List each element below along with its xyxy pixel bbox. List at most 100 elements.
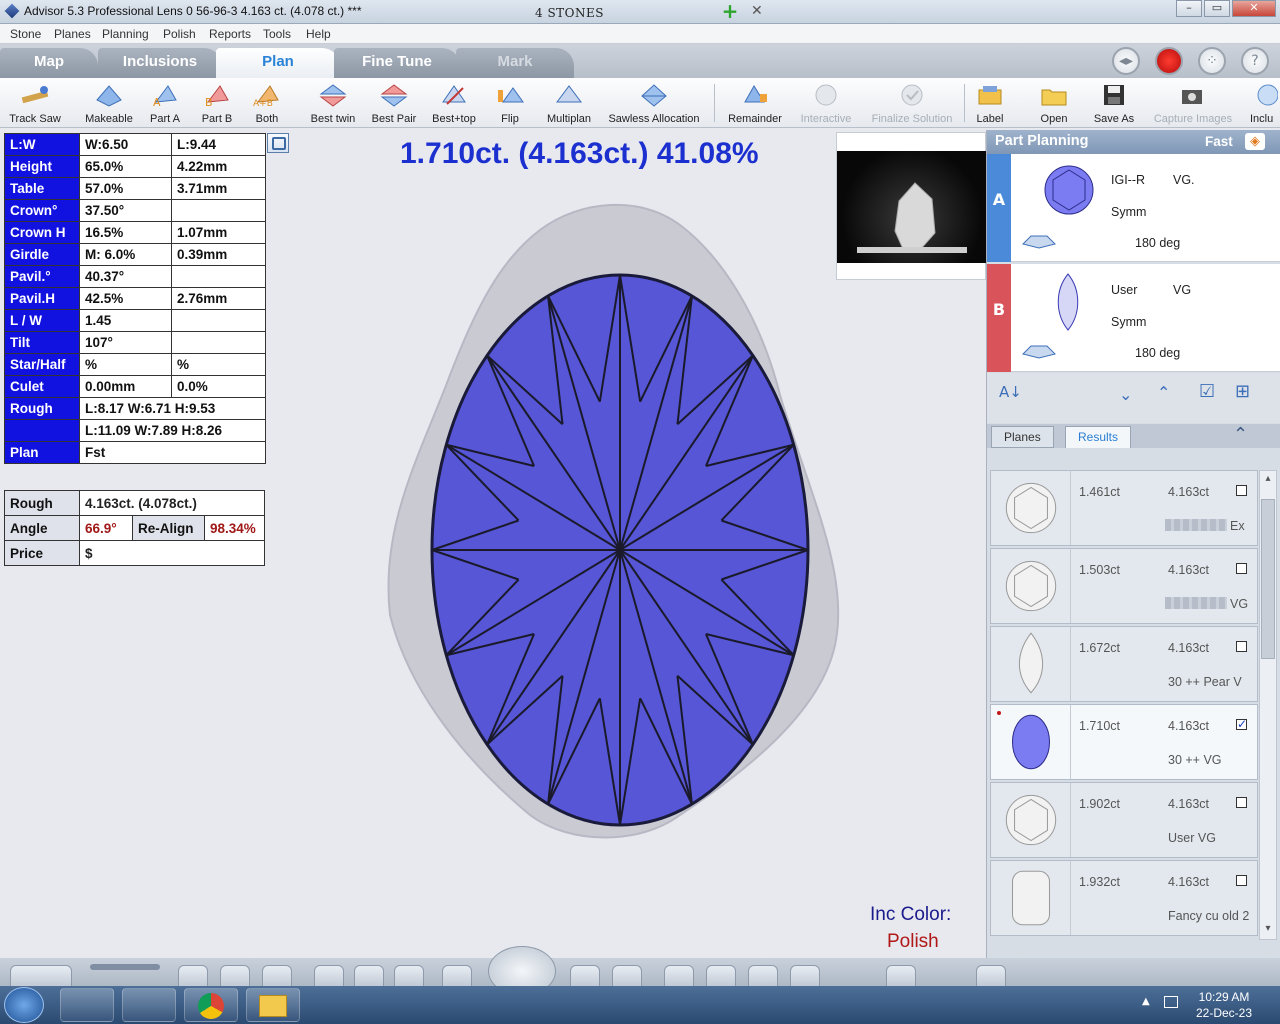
minimize-button[interactable]: –	[1176, 0, 1202, 17]
tab-fine-tune[interactable]: Fine Tune	[334, 48, 460, 78]
tab-mark[interactable]: Mark	[456, 48, 574, 78]
top-view-icon[interactable]	[178, 965, 208, 987]
multiplan-button[interactable]: Multiplan	[540, 80, 598, 126]
expand-table-icon[interactable]	[267, 133, 289, 153]
stone-3d-view[interactable]	[380, 195, 850, 855]
checklist-icon[interactable]: ☑	[1199, 381, 1215, 402]
best-top-button[interactable]: Best+top	[425, 80, 483, 126]
stone-photo-thumbnail[interactable]	[836, 132, 987, 280]
facet-view-icon[interactable]	[664, 965, 694, 987]
tab-planes[interactable]: Planes	[991, 426, 1054, 448]
result-oval-icon	[1011, 714, 1051, 770]
part-b-card[interactable]: B User VG Symm 180 deg	[987, 264, 1280, 372]
inclusions-button[interactable]: Inclu	[1246, 80, 1280, 126]
scroll-up-icon[interactable]: ▴	[1261, 473, 1275, 487]
result-checkbox[interactable]	[1236, 485, 1247, 496]
menu-help[interactable]: Help	[306, 27, 331, 41]
chevron-down-icon[interactable]: ⌄	[1119, 385, 1132, 404]
menu-planning[interactable]: Planning	[102, 27, 149, 41]
both-button[interactable]: A+B Both	[244, 80, 290, 126]
menu-planes[interactable]: Planes	[54, 27, 91, 41]
help-icon[interactable]: ?	[1241, 47, 1269, 75]
tab-inclusions[interactable]: Inclusions	[98, 48, 222, 78]
sync-icon[interactable]: ◂▸	[1112, 47, 1140, 75]
result-row[interactable]: 1.932ct 4.163ct Fancy cu old 2	[990, 860, 1258, 936]
grid-icon[interactable]: ⁘	[1198, 47, 1226, 75]
menu-reports[interactable]: Reports	[209, 27, 251, 41]
close-stone-icon[interactable]: ✕	[751, 4, 765, 18]
light-view-icon[interactable]	[790, 965, 820, 987]
measure-icon[interactable]	[442, 965, 472, 987]
track-saw-button[interactable]: Track Saw	[2, 80, 68, 126]
makeable-button[interactable]: Makeable	[79, 80, 139, 126]
start-button[interactable]	[4, 987, 44, 1023]
zoom-fit-icon[interactable]	[612, 965, 642, 987]
result-checkbox[interactable]: ✓	[1236, 718, 1247, 730]
network-icon[interactable]	[1164, 996, 1178, 1008]
solid-icon[interactable]	[354, 965, 384, 987]
expand-all-icon[interactable]: ⊞	[1235, 381, 1250, 402]
sawless-allocation-button[interactable]: Sawless Allocation	[600, 80, 708, 126]
scroll-down-icon[interactable]: ▾	[1261, 923, 1275, 937]
part-b-button[interactable]: B Part B	[194, 80, 240, 126]
capture-images-button[interactable]: Capture Images	[1145, 80, 1241, 126]
result-row[interactable]: 1.672ct 4.163ct 30 ++ Pear V	[990, 626, 1258, 702]
interactive-button[interactable]: Interactive	[794, 80, 858, 126]
menu-tools[interactable]: Tools	[263, 27, 291, 41]
profile-icon[interactable]	[1021, 232, 1057, 250]
result-checkbox[interactable]	[1236, 875, 1247, 886]
side-view-icon[interactable]	[220, 965, 250, 987]
add-stone-icon[interactable]: +	[721, 1, 739, 21]
result-checkbox[interactable]	[1236, 641, 1247, 652]
finalize-solution-button[interactable]: Finalize Solution	[864, 80, 960, 126]
export-icon[interactable]	[976, 965, 1006, 987]
profile-icon[interactable]	[1021, 342, 1057, 360]
flip-button[interactable]: Flip	[486, 80, 534, 126]
advisor-taskbar-icon[interactable]	[60, 988, 114, 1022]
remote-desktop-taskbar-icon[interactable]	[122, 988, 176, 1022]
tab-map[interactable]: Map	[0, 48, 98, 78]
color-view-icon[interactable]	[748, 965, 778, 987]
restore-button[interactable]: ▭	[1204, 0, 1230, 17]
eraser-icon[interactable]: ◈	[1245, 133, 1265, 150]
tab-results[interactable]: Results	[1065, 426, 1132, 448]
scrollbar-thumb[interactable]	[1261, 499, 1275, 659]
collapse-icon[interactable]: ⌃	[1233, 424, 1248, 445]
result-row[interactable]: 1.503ct 4.163ct VG	[990, 548, 1258, 624]
open-button[interactable]: Open	[1034, 80, 1074, 126]
planning-mode[interactable]: Fast	[1205, 134, 1233, 149]
results-scrollbar[interactable]: ▴ ▾	[1259, 470, 1277, 940]
result-row[interactable]: 1.710ct 4.163ct ✓ 30 ++ VG	[990, 704, 1258, 780]
tab-plan[interactable]: Plan	[216, 48, 340, 78]
label-button[interactable]: Label	[970, 80, 1010, 126]
best-twin-button[interactable]: Best twin	[303, 80, 363, 126]
remainder-button[interactable]: Remainder	[720, 80, 790, 126]
tray-expand-icon[interactable]: ▲	[1142, 996, 1150, 1007]
brightness-slider[interactable]	[90, 964, 160, 970]
best-pair-button[interactable]: Best Pair	[365, 80, 423, 126]
zoom-in-icon[interactable]	[570, 965, 600, 987]
explorer-taskbar-icon[interactable]	[246, 988, 300, 1022]
part-a-card[interactable]: A IGI--R VG. Symm 180 deg	[987, 154, 1280, 262]
sort-az-icon[interactable]: A↓	[999, 383, 1022, 401]
multiplan-icon	[556, 85, 582, 103]
result-checkbox[interactable]	[1236, 563, 1247, 574]
chrome-taskbar-icon[interactable]	[184, 988, 238, 1022]
transparent-icon[interactable]	[394, 965, 424, 987]
view-mode-icon[interactable]	[10, 965, 72, 987]
bottom-view-icon[interactable]	[262, 965, 292, 987]
result-row[interactable]: 1.461ct 4.163ct Ex	[990, 470, 1258, 546]
chevron-up-icon[interactable]: ⌃	[1157, 383, 1170, 402]
save-as-button[interactable]: Save As	[1088, 80, 1140, 126]
wireframe-icon[interactable]	[314, 965, 344, 987]
menu-stone[interactable]: Stone	[10, 27, 41, 41]
result-checkbox[interactable]	[1236, 797, 1247, 808]
result-row[interactable]: 1.902ct 4.163ct User VG	[990, 782, 1258, 858]
part-a-button[interactable]: A Part A	[141, 80, 189, 126]
menu-polish[interactable]: Polish	[163, 27, 196, 41]
close-window-button[interactable]: ✕	[1232, 0, 1276, 17]
record-icon[interactable]	[1155, 47, 1183, 75]
taskbar-clock[interactable]: 10:29 AM 22-Dec-23	[1196, 989, 1252, 1021]
home-view-icon[interactable]	[706, 965, 736, 987]
layout-icon[interactable]	[886, 965, 916, 987]
